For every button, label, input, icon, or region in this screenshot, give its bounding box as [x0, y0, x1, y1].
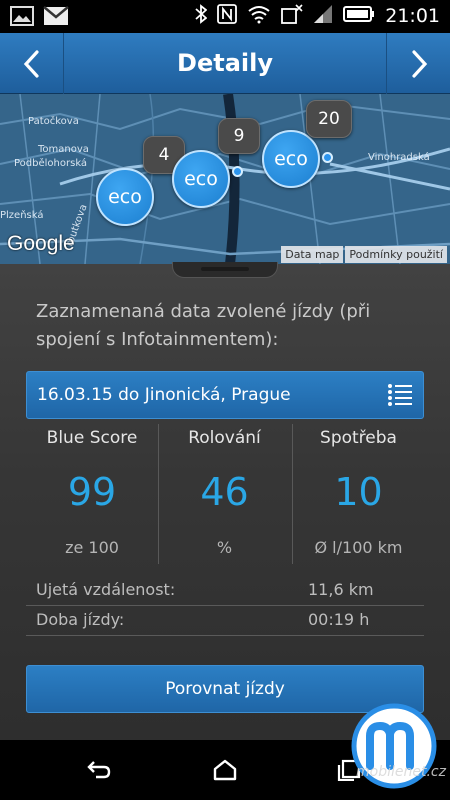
stat-coasting: Rolování 46 % — [158, 424, 290, 564]
marker-count: 20 — [306, 100, 352, 138]
street-label: Vinohradská — [368, 152, 430, 163]
eco-marker[interactable]: eco — [262, 130, 320, 188]
bluetooth-icon — [195, 4, 208, 28]
stat-value: 10 — [334, 470, 383, 514]
detail-row: Doba jízdy: 00:19 h — [26, 606, 424, 636]
chevron-left-icon — [23, 49, 39, 78]
google-logo: Google — [7, 232, 75, 255]
chevron-right-icon — [411, 49, 427, 78]
watermark-text: mobilenet.cz — [356, 764, 446, 780]
map-data-link[interactable]: Data map — [281, 246, 344, 263]
signal-icon — [313, 4, 333, 28]
street-label: Patočkova — [28, 116, 79, 127]
intro-text: Zaznamenaná data zvolené jízdy (při spoj… — [36, 301, 371, 350]
trip-details-panel: Zaznamenaná data zvolené jízdy (při spoj… — [0, 262, 450, 740]
status-bar: 21:01 — [0, 0, 450, 33]
street-label: Podbělohorská — [14, 158, 88, 169]
eco-marker[interactable]: eco — [172, 150, 230, 208]
route-map[interactable]: Patočkova Tomanova Podbělohorská Plzeňsk… — [0, 94, 450, 264]
detail-value: 11,6 km — [308, 580, 374, 599]
detail-row: Ujetá vzdálenost: 11,6 km — [26, 576, 424, 606]
stat-label: Blue Score — [46, 428, 138, 448]
back-button[interactable] — [0, 33, 64, 94]
nav-back-button[interactable] — [84, 756, 114, 784]
stat-label: Rolování — [188, 428, 261, 448]
stat-unit: % — [216, 538, 233, 557]
clock: 21:01 — [385, 5, 440, 27]
stat-consumption: Spotřeba 10 Ø l/100 km — [292, 424, 424, 564]
map-terms-link[interactable]: Podmínky použití — [345, 246, 447, 263]
eco-marker[interactable]: eco — [96, 168, 154, 226]
wifi-icon — [247, 4, 271, 28]
forward-button[interactable] — [386, 33, 450, 94]
stat-value: 99 — [67, 470, 117, 514]
stats-grid: Blue Score 99 ze 100 Rolování 46 % Spotř… — [26, 424, 424, 564]
stat-unit: Ø l/100 km — [314, 538, 403, 557]
stat-blue-score: Blue Score 99 ze 100 — [26, 424, 158, 564]
detail-label: Ujetá vzdálenost: — [36, 580, 176, 599]
trip-selector-value: 16.03.15 do Jinonická, Prague — [37, 385, 291, 405]
nfc-icon — [217, 4, 238, 28]
detail-value: 00:19 h — [308, 610, 370, 629]
app-header: Detaily — [0, 33, 450, 94]
picture-icon — [10, 6, 34, 30]
route-point — [232, 166, 243, 177]
drawer-handle[interactable] — [172, 262, 278, 278]
trip-details-list: Ujetá vzdálenost: 11,6 km Doba jízdy: 00… — [26, 576, 424, 636]
back-icon — [87, 761, 111, 779]
stat-label: Spotřeba — [320, 428, 397, 448]
street-label: Plzeňská — [0, 210, 44, 221]
stat-unit: ze 100 — [65, 538, 119, 557]
nav-home-button[interactable] — [210, 756, 240, 784]
page-title: Detaily — [177, 49, 273, 77]
trip-selector[interactable]: 16.03.15 do Jinonická, Prague — [26, 371, 424, 419]
list-icon[interactable] — [387, 382, 413, 412]
battery-icon — [343, 4, 375, 28]
home-icon — [213, 759, 237, 781]
street-label: Tomanova — [38, 144, 89, 155]
stat-value: 46 — [200, 470, 249, 514]
marker-count: 9 — [218, 118, 260, 154]
gmail-icon — [43, 6, 69, 30]
data-muted-icon — [281, 4, 303, 28]
detail-label: Doba jízdy: — [36, 610, 125, 629]
route-point — [322, 152, 333, 163]
